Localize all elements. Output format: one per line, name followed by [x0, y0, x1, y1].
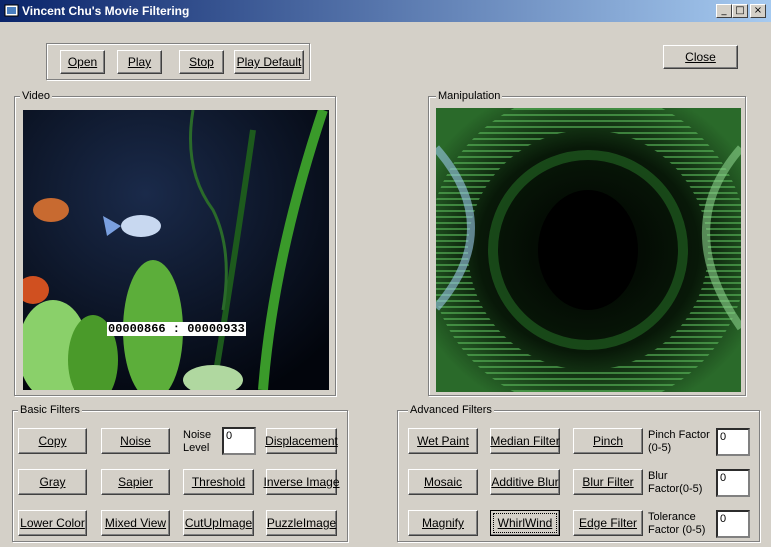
manipulation-label: Manipulation [436, 90, 503, 102]
aquarium-video-frame [23, 110, 329, 390]
close-button[interactable]: Close [663, 45, 738, 69]
video-display: 00000866 : 00000933 [23, 110, 329, 390]
wet-paint-button[interactable]: Wet Paint [408, 428, 478, 454]
median-filter-button[interactable]: Median Filter [490, 428, 560, 454]
play-default-button[interactable]: Play Default [234, 50, 304, 74]
frame-counter: 00000866 : 00000933 [107, 322, 246, 336]
mixed-view-button[interactable]: Mixed View [101, 510, 170, 536]
tolerance-factor-label: Tolerance Factor (0-5) [648, 511, 706, 536]
main-window: Vincent Chu's Movie Filtering _ □ × Open… [0, 0, 771, 547]
advanced-filters-label: Advanced Filters [408, 404, 494, 416]
minimize-button[interactable]: _ [716, 4, 732, 18]
stop-button[interactable]: Stop [179, 50, 224, 74]
noise-button[interactable]: Noise [101, 428, 170, 454]
window-title: Vincent Chu's Movie Filtering [22, 4, 190, 18]
copy-button[interactable]: Copy [18, 428, 87, 454]
additive-blur-button[interactable]: Additive Blur [490, 469, 560, 495]
tolerance-factor-input[interactable]: 0 [716, 510, 750, 538]
displacement-button[interactable]: Displacement [265, 428, 338, 454]
sapier-button[interactable]: Sapier [101, 469, 170, 495]
magnify-button[interactable]: Magnify [408, 510, 478, 536]
open-button[interactable]: Open [60, 50, 105, 74]
lower-color-button[interactable]: Lower Color [18, 510, 87, 536]
puzzle-image-button[interactable]: PuzzleImage [266, 510, 337, 536]
pinch-factor-input[interactable]: 0 [716, 428, 750, 456]
app-icon [4, 4, 19, 17]
noise-level-label: Noise Level [183, 429, 212, 454]
whirlwind-button[interactable]: WhirlWind [490, 510, 560, 536]
whirlwind-output-frame [436, 108, 741, 392]
pinch-button[interactable]: Pinch [573, 428, 643, 454]
close-window-button[interactable]: × [750, 4, 766, 18]
blur-factor-label: Blur Factor(0-5) [648, 470, 703, 495]
blur-factor-input[interactable]: 0 [716, 469, 750, 497]
pinch-factor-label: Pinch Factor (0-5) [648, 429, 710, 454]
edge-filter-button[interactable]: Edge Filter [573, 510, 643, 536]
blur-filter-button[interactable]: Blur Filter [573, 469, 643, 495]
video-label: Video [20, 90, 52, 102]
play-button[interactable]: Play [117, 50, 162, 74]
gray-button[interactable]: Gray [18, 469, 87, 495]
maximize-button[interactable]: □ [732, 4, 748, 18]
noise-level-input[interactable]: 0 [222, 427, 256, 455]
threshold-button[interactable]: Threshold [183, 469, 254, 495]
manipulation-display [436, 108, 741, 392]
title-bar[interactable]: Vincent Chu's Movie Filtering _ □ × [0, 0, 771, 22]
cut-up-image-button[interactable]: CutUpImage [183, 510, 254, 536]
inverse-image-button[interactable]: Inverse Image [263, 469, 340, 495]
basic-filters-label: Basic Filters [18, 404, 82, 416]
mosaic-button[interactable]: Mosaic [408, 469, 478, 495]
